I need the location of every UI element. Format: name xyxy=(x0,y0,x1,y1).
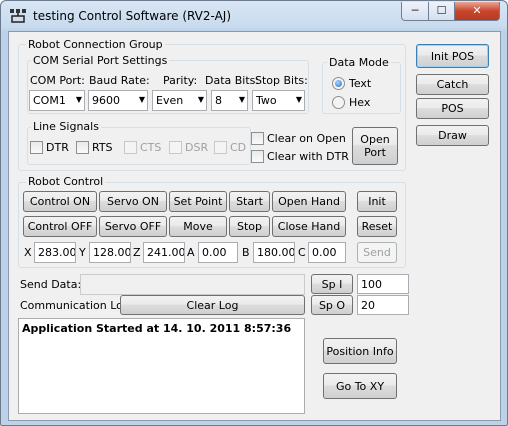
reset-button[interactable]: Reset xyxy=(357,216,397,237)
send-button: Send xyxy=(357,242,397,263)
init-pos-button[interactable]: Init POS xyxy=(416,44,489,68)
catch-button[interactable]: Catch xyxy=(416,74,489,95)
init-button[interactable]: Init xyxy=(357,191,397,212)
servo-on-button[interactable]: Servo ON xyxy=(99,191,167,212)
stop-bits-value: Two xyxy=(256,94,277,107)
close-button[interactable]: ✕ xyxy=(454,2,500,21)
line-signals-title: Line Signals xyxy=(31,120,101,133)
dsr-checkbox xyxy=(169,141,182,154)
b-input[interactable]: 180.00 xyxy=(253,242,295,263)
title-bar[interactable]: testing Control Software (RV2-AJ) ─ ☐ ✕ xyxy=(1,1,507,31)
maximize-button[interactable]: ☐ xyxy=(428,2,455,21)
window-title: testing Control Software (RV2-AJ) xyxy=(33,9,232,23)
rts-checkbox[interactable] xyxy=(76,141,89,154)
dtr-label: DTR xyxy=(46,141,69,154)
start-button[interactable]: Start xyxy=(229,191,270,212)
clear-on-open-checkbox[interactable] xyxy=(251,132,264,145)
go-to-xy-button[interactable]: Go To XY xyxy=(323,373,397,399)
main-window: testing Control Software (RV2-AJ) ─ ☐ ✕ … xyxy=(0,0,508,426)
data-mode-title: Data Mode xyxy=(327,56,391,69)
stop-bits-select[interactable]: Two ▼ xyxy=(252,90,305,111)
chevron-down-icon: ▼ xyxy=(295,95,302,104)
x-input[interactable]: 283.00 xyxy=(34,242,76,263)
parity-select[interactable]: Even ▼ xyxy=(152,90,207,111)
y-input[interactable]: 128.00 xyxy=(89,242,131,263)
chevron-down-icon: ▼ xyxy=(197,95,204,104)
communication-log[interactable]: Application Started at 14. 10. 2011 8:57… xyxy=(18,318,305,414)
baud-rate-value: 9600 xyxy=(92,94,120,107)
data-bits-label: Data Bits: xyxy=(205,74,260,87)
robot-connection-group-title: Robot Connection Group xyxy=(26,38,165,51)
z-input[interactable]: 241.00 xyxy=(143,242,185,263)
dtr-checkbox[interactable] xyxy=(30,141,43,154)
baud-rate-select[interactable]: 9600 ▼ xyxy=(88,90,148,111)
com-port-select[interactable]: COM1 ▼ xyxy=(29,90,85,111)
cd-label: CD xyxy=(230,141,247,154)
position-info-button[interactable]: Position Info xyxy=(323,338,397,364)
servo-off-button[interactable]: Servo OFF xyxy=(99,216,167,237)
sp-o-button[interactable]: Sp O xyxy=(311,295,353,315)
b-label: B xyxy=(242,246,250,259)
maximize-icon: ☐ xyxy=(436,4,447,17)
close-hand-button[interactable]: Close Hand xyxy=(272,216,346,237)
open-port-button[interactable]: Open Port xyxy=(352,127,398,165)
cd-checkbox xyxy=(214,141,227,154)
clear-with-dtr-checkbox[interactable] xyxy=(251,150,264,163)
log-line: Application Started at 14. 10. 2011 8:57… xyxy=(22,322,292,335)
com-port-value: COM1 xyxy=(33,94,66,107)
client-area: Robot Connection Group COM Serial Port S… xyxy=(8,31,501,421)
z-label: Z xyxy=(133,246,141,259)
hex-mode-radio[interactable] xyxy=(332,96,345,109)
a-input[interactable]: 0.00 xyxy=(198,242,238,263)
minimize-button[interactable]: ─ xyxy=(401,2,429,21)
a-label: A xyxy=(187,246,195,259)
cts-checkbox xyxy=(124,141,137,154)
parity-label: Parity: xyxy=(163,74,198,87)
robot-control-title: Robot Control xyxy=(26,175,106,188)
pos-button[interactable]: POS xyxy=(416,98,489,119)
sp-o-input[interactable]: 20 xyxy=(357,295,409,315)
chevron-down-icon: ▼ xyxy=(238,95,245,104)
control-off-button[interactable]: Control OFF xyxy=(23,216,97,237)
send-data-input[interactable] xyxy=(80,274,305,295)
clear-with-dtr-label: Clear with DTR xyxy=(267,150,349,163)
hex-mode-label: Hex xyxy=(349,96,371,109)
draw-button[interactable]: Draw xyxy=(416,125,489,146)
data-bits-select[interactable]: 8 ▼ xyxy=(211,90,248,111)
rts-label: RTS xyxy=(92,141,113,154)
set-point-button[interactable]: Set Point xyxy=(169,191,227,212)
sp-i-button[interactable]: Sp I xyxy=(311,274,353,294)
text-mode-radio[interactable] xyxy=(332,77,345,90)
control-on-button[interactable]: Control ON xyxy=(23,191,97,212)
stop-button[interactable]: Stop xyxy=(229,216,270,237)
sp-i-input[interactable]: 100 xyxy=(357,274,409,294)
move-button[interactable]: Move xyxy=(169,216,227,237)
com-settings-title: COM Serial Port Settings xyxy=(31,54,170,67)
clear-on-open-label: Clear on Open xyxy=(267,132,346,145)
send-data-label: Send Data: xyxy=(20,278,82,291)
clear-log-button[interactable]: Clear Log xyxy=(120,295,305,315)
communication-log-label: Communication Log xyxy=(20,299,130,312)
c-label: C xyxy=(298,246,306,259)
close-icon: ✕ xyxy=(472,4,482,17)
y-label: Y xyxy=(79,246,86,259)
stop-bits-label: Stop Bits: xyxy=(255,74,308,87)
baud-rate-label: Baud Rate: xyxy=(89,74,150,87)
parity-value: Even xyxy=(156,94,184,107)
cts-label: CTS xyxy=(140,141,162,154)
com-port-label: COM Port: xyxy=(30,74,85,87)
data-bits-value: 8 xyxy=(215,94,222,107)
minimize-icon: ─ xyxy=(411,4,419,17)
c-input[interactable]: 0.00 xyxy=(308,242,346,263)
open-hand-button[interactable]: Open Hand xyxy=(272,191,346,212)
chevron-down-icon: ▼ xyxy=(75,95,82,104)
text-mode-label: Text xyxy=(349,77,372,90)
x-label: X xyxy=(24,246,32,259)
app-icon xyxy=(10,9,26,23)
dsr-label: DSR xyxy=(185,141,209,154)
chevron-down-icon: ▼ xyxy=(138,95,145,104)
